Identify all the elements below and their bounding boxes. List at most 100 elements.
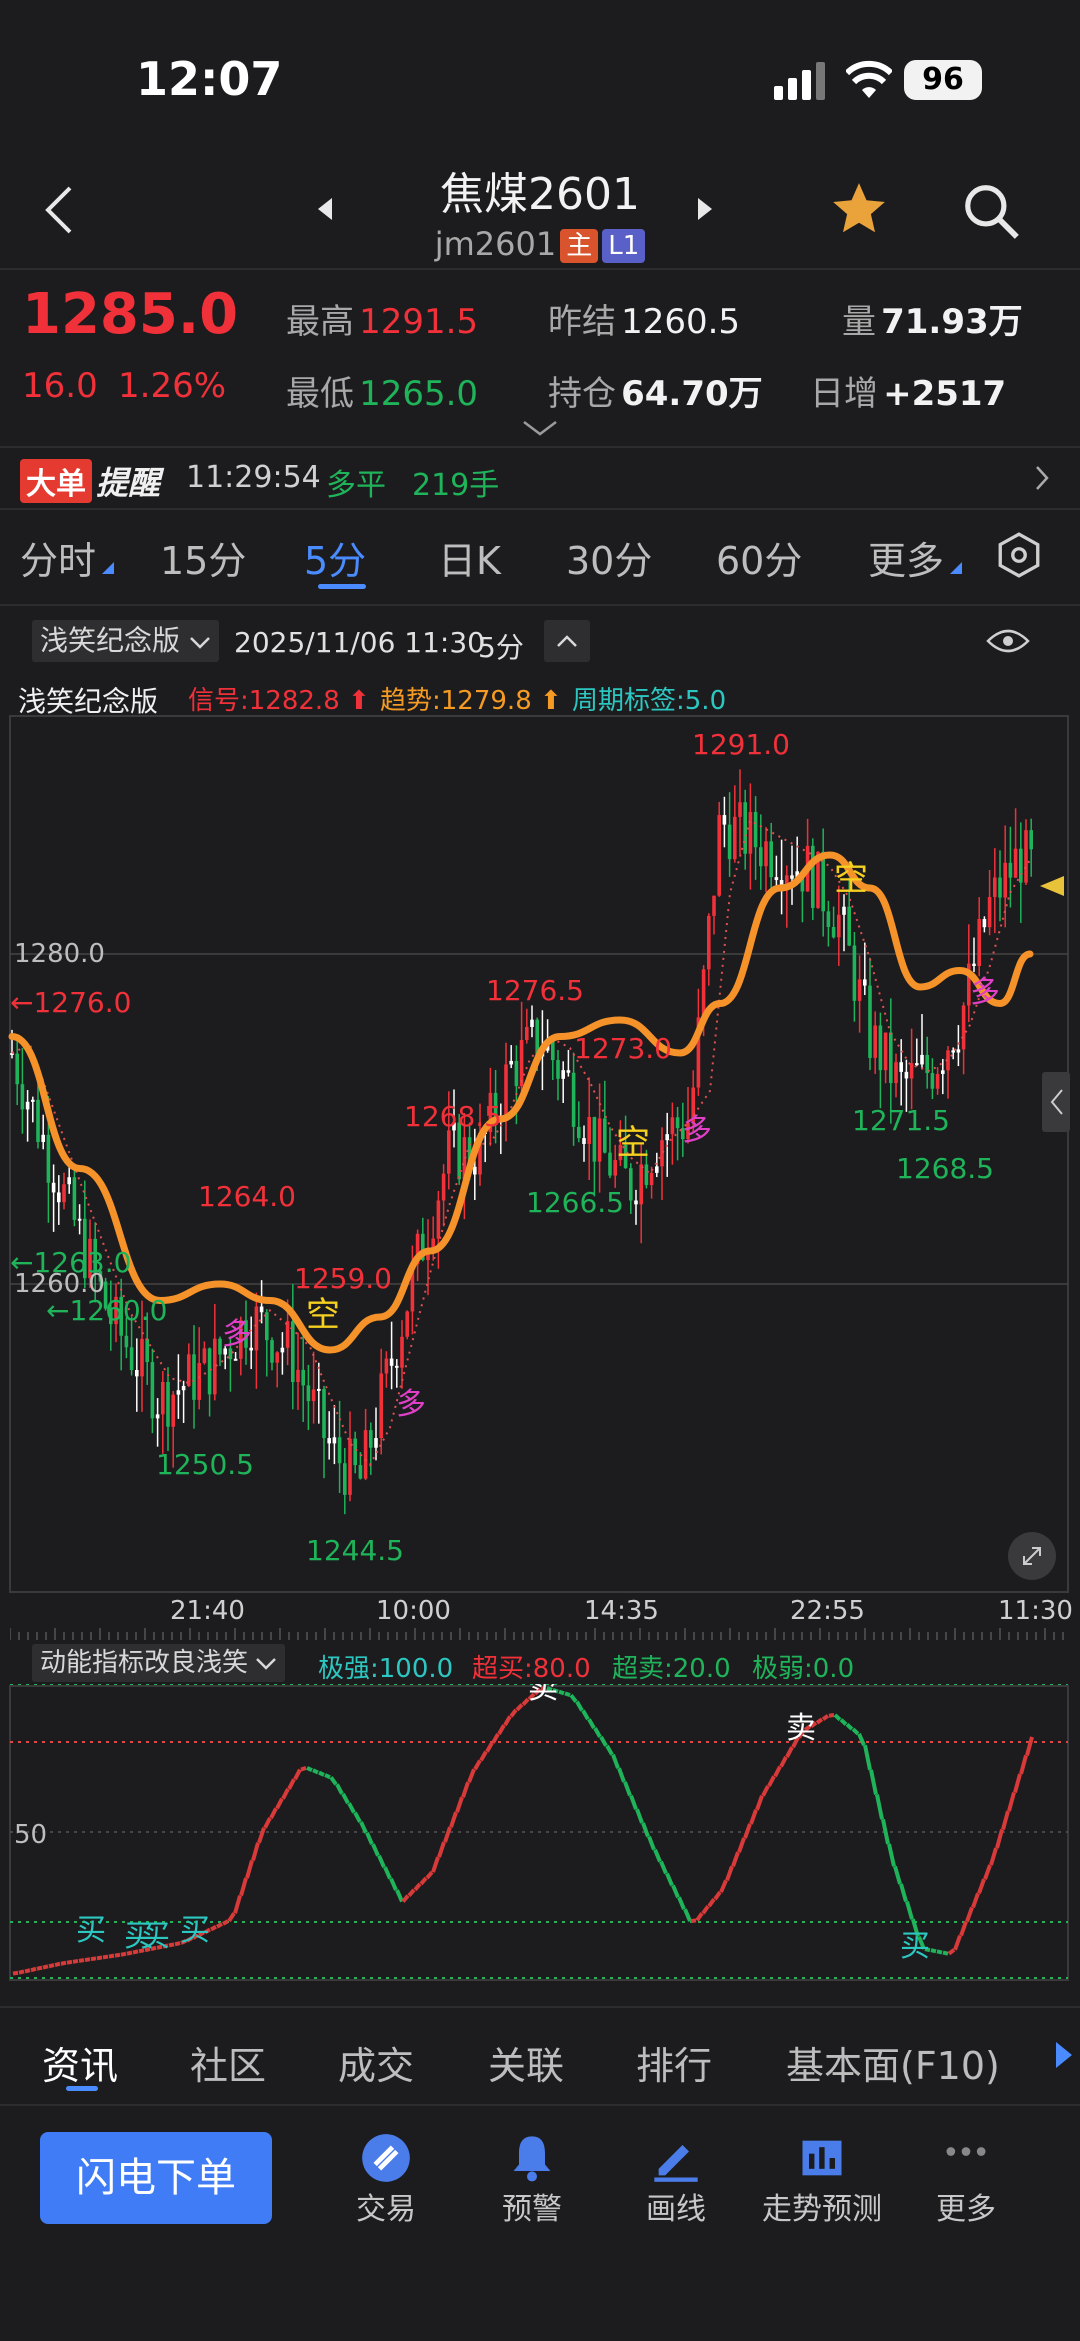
momentum-segment (828, 1712, 835, 1718)
momentum-segment (683, 1908, 692, 1922)
momentum-segment (959, 1920, 968, 1937)
side-panel-toggle[interactable] (1042, 1072, 1070, 1132)
candle-body (145, 1338, 149, 1363)
candle-body (1024, 830, 1028, 883)
signal-icon (774, 62, 825, 100)
nav-trade[interactable]: 交易 (316, 2132, 456, 2228)
candlestick-chart[interactable]: 1280.01260.0←1276.0←1263.0←1260.01291.01… (0, 714, 1080, 1594)
tabs-more-icon[interactable] (1054, 2040, 1074, 2070)
momentum-segment (833, 1713, 842, 1722)
tab-more[interactable]: 更多 (868, 530, 944, 585)
high-value: 1291.5 (359, 302, 479, 342)
momentum-segment (1001, 1810, 1010, 1831)
legend-trend: 趋势:1279.8 ⬆ (380, 686, 562, 716)
momentum-segment (845, 1722, 854, 1731)
nav-forecast[interactable]: 走势预测 (752, 2132, 892, 2228)
tab-ranking[interactable]: 排行 (636, 2035, 712, 2090)
flash-order-button[interactable]: 闪电下单 (40, 2132, 272, 2224)
nav-draw[interactable]: 画线 (606, 2132, 746, 2228)
legend-signal: 信号:1282.8 ⬆ (188, 686, 370, 716)
chevron-right-icon[interactable] (1034, 464, 1050, 492)
nav-alert[interactable]: 预警 (462, 2132, 602, 2228)
pen-icon (654, 2145, 698, 2182)
candle-body (296, 1369, 300, 1382)
more-dots-icon (946, 2147, 986, 2156)
candle-body (275, 1352, 279, 1363)
nav-more[interactable]: 更多 (896, 2132, 1036, 2228)
tab-5min[interactable]: 5分 (304, 530, 366, 585)
candle-body (717, 815, 721, 896)
tab-trades[interactable]: 成交 (338, 2035, 414, 2090)
candle-body (36, 1099, 40, 1142)
momentum-segment (479, 1750, 488, 1762)
candle-body (852, 945, 857, 1001)
sub-indicator-selector[interactable]: 动能指标改良浅笑 (32, 1644, 286, 1682)
chevron-down-icon (190, 637, 210, 649)
left-price-mark: ←1263.0 (10, 1246, 131, 1279)
favorite-star-icon[interactable] (828, 178, 890, 240)
momentum-segment (401, 1894, 410, 1903)
candle-body (961, 1005, 966, 1050)
buy-mark: 买 (140, 1919, 170, 1954)
momentum-segment (569, 1693, 578, 1703)
tab-community[interactable]: 社区 (190, 2035, 266, 2090)
wifi-icon (846, 60, 892, 98)
candle-body (348, 1438, 352, 1495)
candle-body (187, 1354, 191, 1386)
candle-body (660, 1140, 664, 1167)
momentum-segment (48, 1963, 55, 1969)
momentum-segment (60, 1960, 67, 1966)
momentum-segment (300, 1765, 307, 1772)
candle-body (556, 1060, 560, 1079)
candle-body (343, 1463, 347, 1495)
signal-line (11, 818, 1031, 1467)
momentum-segment (989, 1847, 998, 1866)
tab-60min[interactable]: 60分 (716, 530, 802, 585)
scroll-ruler[interactable] (10, 1628, 1068, 1640)
low-label: 1271.5 (852, 1104, 950, 1137)
candle-body (161, 1381, 165, 1415)
momentum-segment (725, 1865, 734, 1882)
candle-body (436, 1200, 441, 1239)
expand-chevron-icon[interactable] (522, 420, 558, 436)
momentum-chart[interactable]: 50买 买买买买卖卖 (0, 1684, 1080, 1982)
candle-body (20, 1084, 25, 1110)
momentum-segment (12, 1970, 19, 1976)
search-icon[interactable] (960, 180, 1022, 242)
status-time: 12:07 (136, 52, 283, 106)
candle-body (759, 847, 763, 867)
momentum-segment (102, 1954, 109, 1960)
nav-forecast-label: 走势预测 (762, 2192, 882, 2227)
momentum-segment (869, 1769, 878, 1795)
eye-icon[interactable] (986, 626, 1030, 656)
big-order-alert[interactable]: 大单 提醒 (20, 458, 160, 503)
tab-15min[interactable]: 15分 (160, 530, 246, 585)
tab-fundamentals[interactable]: 基本面(F10) (786, 2035, 1000, 2090)
tab-related[interactable]: 关联 (488, 2035, 564, 2090)
candle-body (509, 1060, 513, 1065)
time-tick: 21:40 (170, 1596, 245, 1626)
legend-cycle: 周期标签:5.0 (572, 686, 727, 716)
momentum-segment (210, 1924, 217, 1932)
time-tick: 10:00 (376, 1596, 451, 1626)
tab-daily[interactable]: 日K (438, 530, 501, 585)
collapse-chart-button[interactable] (544, 620, 590, 662)
price-change: 16.0 (22, 366, 98, 406)
tab-news[interactable]: 资讯 (42, 2035, 118, 2090)
momentum-segment (701, 1905, 710, 1915)
momentum-segment (605, 1744, 614, 1756)
tab-30min[interactable]: 30分 (566, 530, 652, 585)
tab-timeshare[interactable]: 分时 (20, 530, 96, 585)
candle-body (748, 811, 753, 854)
candle-body (181, 1385, 186, 1391)
nav-alert-label: 预警 (502, 2192, 562, 2227)
status-bar: 12:07 96 (0, 0, 1080, 150)
indicator-selector[interactable]: 浅笑纪念版 (32, 620, 220, 662)
momentum-segment (395, 1889, 404, 1903)
signal-duo-mark: 多 (682, 1113, 712, 1148)
momentum-segment (503, 1715, 512, 1727)
settings-hexagon-icon[interactable] (994, 530, 1044, 580)
momentum-segment (30, 1966, 37, 1973)
candle-body (379, 1373, 383, 1439)
next-contract-icon[interactable] (694, 196, 714, 222)
